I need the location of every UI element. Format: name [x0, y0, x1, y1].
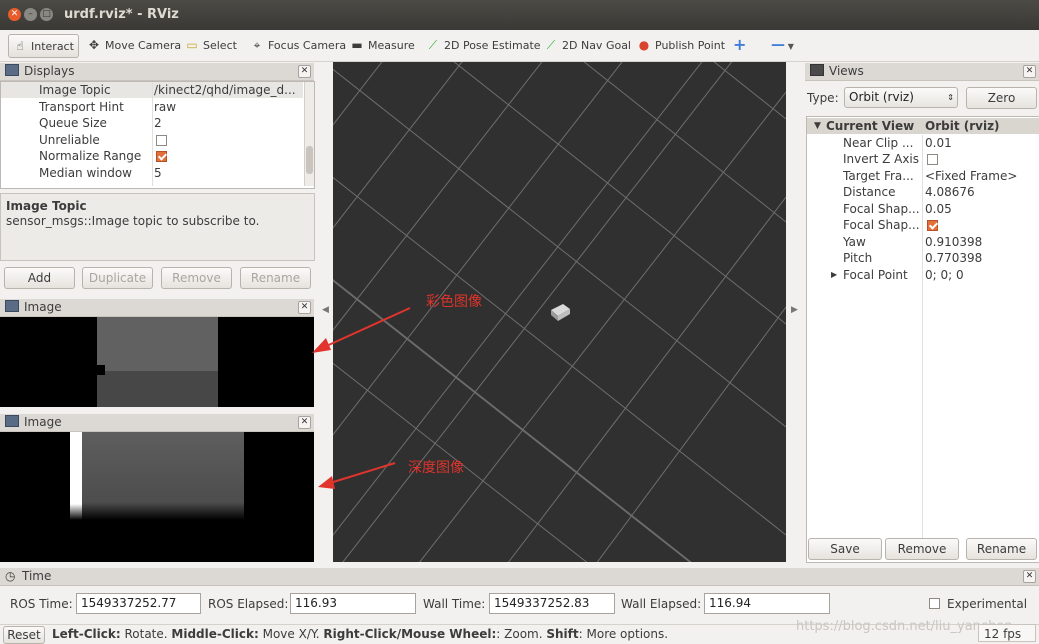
experimental-label: Experimental	[947, 597, 1028, 611]
views-row[interactable]: Focal Shap... 0.05	[807, 201, 1039, 217]
current-view-row[interactable]: ▼ Current View Orbit (rviz)	[807, 118, 1039, 134]
invert-z-checkbox[interactable]	[927, 154, 938, 165]
close-icon[interactable]: ✕	[1023, 65, 1036, 78]
views-row[interactable]: Focal Shap...	[807, 217, 1039, 233]
views-row[interactable]: Target Fra... <Fixed Frame>	[807, 168, 1039, 184]
expand-arrow-icon[interactable]: ▶	[831, 267, 837, 283]
fps-indicator: 12 fps	[978, 624, 1036, 642]
close-icon[interactable]: ✕	[1023, 570, 1036, 583]
clock-icon: ◷	[5, 569, 16, 583]
depth-image-annotation: 深度图像	[408, 460, 464, 476]
wall-time-label: Wall Time:	[423, 597, 486, 611]
color-image-annotation: 彩色图像	[426, 294, 482, 310]
views-tree[interactable]: ▼ Current View Orbit (rviz) Near Clip ..…	[806, 116, 1039, 563]
views-row[interactable]: Near Clip ... 0.01	[807, 135, 1039, 151]
experimental-checkbox[interactable]	[929, 598, 940, 609]
ros-elapsed-label: ROS Elapsed:	[208, 597, 289, 611]
time-panel-header: ◷ Time ✕	[0, 568, 1039, 586]
view-type-select[interactable]: Orbit (rviz) ⇕	[844, 87, 958, 108]
reset-button[interactable]: Reset	[3, 626, 45, 644]
status-bar: Reset Left-Click: Rotate. Middle-Click: …	[0, 619, 1039, 644]
views-row[interactable]: ▶ Focal Point 0; 0; 0	[807, 267, 1039, 283]
views-row[interactable]: Pitch 0.770398	[807, 250, 1039, 266]
expand-arrow-icon[interactable]: ▼	[814, 118, 821, 134]
ros-time-field[interactable]: 1549337252.77	[76, 593, 201, 614]
wall-elapsed-field[interactable]: 116.94	[704, 593, 830, 614]
zero-button[interactable]: Zero	[966, 87, 1037, 109]
spinner-icon: ⇕	[947, 93, 954, 102]
ros-elapsed-field[interactable]: 116.93	[290, 593, 416, 614]
wall-time-field[interactable]: 1549337252.83	[489, 593, 615, 614]
status-hint: Left-Click: Rotate. Middle-Click: Move X…	[52, 627, 669, 641]
camera-icon	[810, 64, 824, 76]
save-view-button[interactable]: Save	[808, 538, 882, 560]
views-panel-header: Views ✕	[805, 63, 1039, 81]
remove-view-button[interactable]: Remove	[885, 538, 959, 560]
focal-shape-checkbox[interactable]	[927, 220, 938, 231]
ros-time-label: ROS Time:	[10, 597, 73, 611]
rename-view-button[interactable]: Rename	[966, 538, 1037, 560]
views-row[interactable]: Distance 4.08676	[807, 184, 1039, 200]
wall-elapsed-label: Wall Elapsed:	[621, 597, 702, 611]
views-row[interactable]: Invert Z Axis	[807, 151, 1039, 167]
column-divider	[922, 135, 923, 560]
type-label: Type:	[807, 91, 839, 105]
views-row[interactable]: Yaw 0.910398	[807, 234, 1039, 250]
